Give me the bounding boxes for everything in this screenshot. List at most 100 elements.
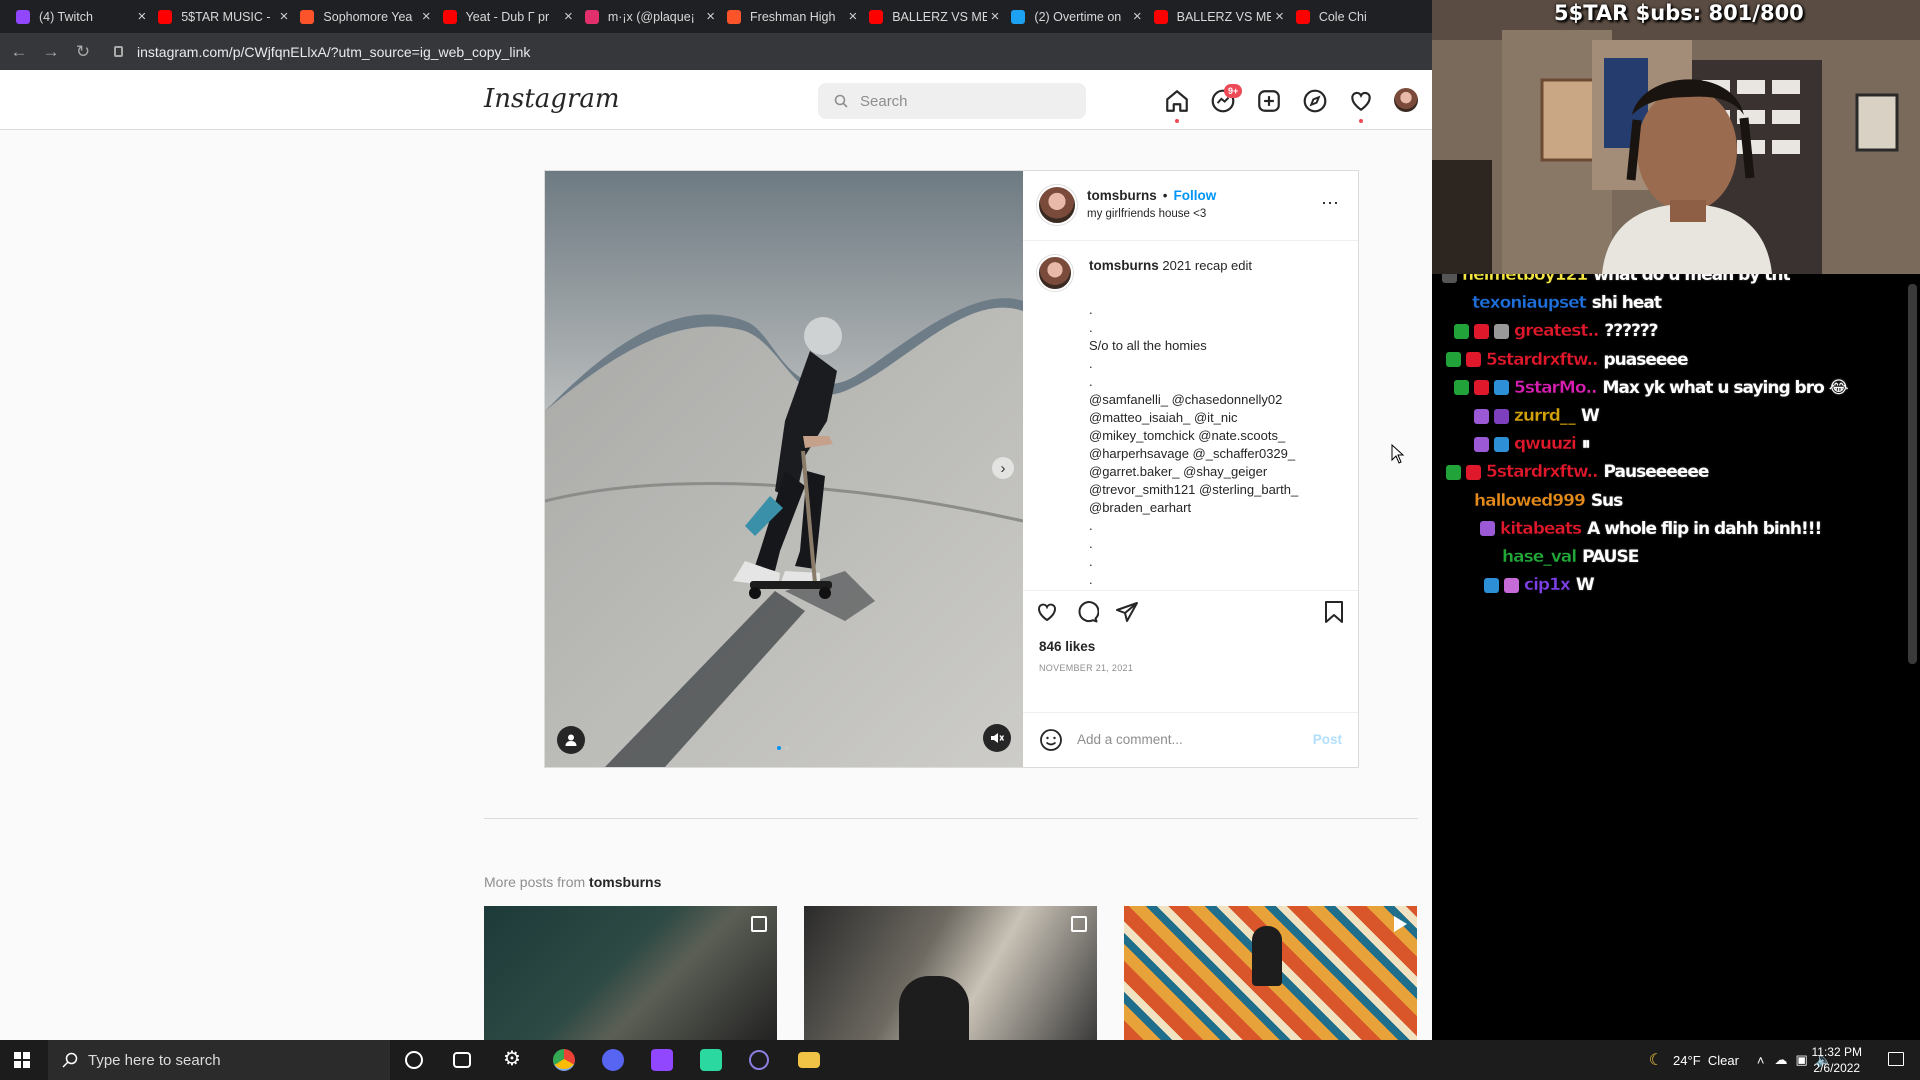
browser-tab[interactable]: m·¡x (@plaque¡ × bbox=[579, 3, 721, 31]
weather-text[interactable]: 24°F Clear bbox=[1673, 1053, 1739, 1068]
chat-username[interactable]: 5stardrxftw.. bbox=[1486, 462, 1599, 482]
browser-tab-title: Yeat - Dub Γ pr bbox=[465, 9, 550, 24]
chat-username[interactable]: zurrd__ bbox=[1514, 406, 1576, 426]
more-posts-username[interactable]: tomsburns bbox=[589, 874, 661, 890]
author-avatar[interactable] bbox=[1037, 185, 1077, 225]
close-tab-icon[interactable]: × bbox=[991, 8, 1000, 25]
taskbar-search-icon bbox=[62, 1052, 78, 1068]
share-send-icon[interactable] bbox=[1115, 600, 1139, 624]
twitch-app-icon[interactable] bbox=[651, 1049, 673, 1071]
media-player-icon[interactable] bbox=[749, 1050, 769, 1070]
browser-tab[interactable]: (2) Overtime on × bbox=[1005, 3, 1147, 31]
taskbar-search-input[interactable]: Type here to search bbox=[48, 1040, 390, 1080]
post-location[interactable]: my girlfriends house <3 bbox=[1087, 208, 1206, 220]
forward-arrow-icon[interactable]: → bbox=[38, 39, 64, 65]
close-tab-icon[interactable]: × bbox=[848, 8, 857, 25]
chat-username[interactable]: qwuuzi bbox=[1514, 434, 1577, 454]
close-tab-icon[interactable]: × bbox=[137, 8, 146, 25]
caption-username[interactable]: tomsburns bbox=[1089, 258, 1159, 273]
close-tab-icon[interactable]: × bbox=[1275, 8, 1284, 25]
tray-chevron-icon[interactable]: ˄ bbox=[1757, 1053, 1765, 1068]
more-post-thumbnail[interactable] bbox=[1124, 906, 1417, 1040]
chat-username[interactable]: 5stardrxftw.. bbox=[1486, 349, 1599, 369]
mute-icon[interactable] bbox=[983, 724, 1011, 752]
carousel-dot bbox=[785, 746, 789, 750]
close-tab-icon[interactable]: × bbox=[564, 8, 573, 25]
instagram-logo[interactable]: Instagram bbox=[484, 84, 620, 114]
save-bookmark-icon[interactable] bbox=[1323, 600, 1345, 624]
chrome-icon[interactable] bbox=[553, 1049, 575, 1071]
browser-tab[interactable]: Freshman High × bbox=[721, 3, 863, 31]
cortana-icon[interactable] bbox=[405, 1051, 423, 1069]
system-clock[interactable]: 11:32 PM 2/6/2022 bbox=[1812, 1044, 1862, 1076]
page-scrollbar[interactable] bbox=[1905, 274, 1920, 1040]
like-count[interactable]: 846 likes bbox=[1039, 639, 1095, 654]
settings-gear-icon[interactable]: ⚙ bbox=[503, 1046, 525, 1070]
activity-heart-icon[interactable] bbox=[1348, 88, 1374, 114]
section-divider bbox=[484, 818, 1418, 819]
chat-username[interactable]: texoniaupset bbox=[1472, 293, 1587, 313]
next-slide-arrow-icon[interactable]: › bbox=[992, 457, 1014, 479]
chat-username[interactable]: helmetboy121 bbox=[1462, 274, 1589, 285]
chat-message-text: what do u mean by tht bbox=[1593, 274, 1790, 285]
comment-icon[interactable] bbox=[1075, 600, 1099, 624]
search-input[interactable]: Search bbox=[818, 83, 1086, 119]
browser-tab[interactable]: BALLERZ VS ME × bbox=[1148, 3, 1290, 31]
file-explorer-icon[interactable] bbox=[798, 1052, 820, 1068]
browser-tab[interactable]: Sophomore Yea × bbox=[294, 3, 436, 31]
browser-tab-title: (4) Twitch bbox=[39, 9, 93, 24]
close-tab-icon[interactable]: × bbox=[1133, 8, 1142, 25]
post-date: NOVEMBER 21, 2021 bbox=[1039, 663, 1134, 673]
browser-tab-title: (2) Overtime on bbox=[1034, 9, 1122, 24]
notification-center-icon[interactable] bbox=[1888, 1052, 1904, 1066]
browser-tab[interactable]: 5$TAR MUSIC - × bbox=[152, 3, 294, 31]
app-icon[interactable] bbox=[700, 1049, 722, 1071]
emoji-icon[interactable] bbox=[1039, 728, 1063, 752]
chat-username[interactable]: kitabeats bbox=[1500, 519, 1583, 539]
more-post-thumbnail[interactable] bbox=[484, 906, 777, 1040]
caption-line: . bbox=[1089, 572, 1093, 587]
windows-start-icon[interactable] bbox=[14, 1052, 30, 1068]
network-icon[interactable]: ▣ bbox=[1796, 1052, 1808, 1068]
reload-icon[interactable]: ↻ bbox=[70, 39, 96, 65]
caption-avatar[interactable] bbox=[1037, 255, 1073, 291]
chat-username[interactable]: greatest.. bbox=[1514, 321, 1600, 341]
like-heart-icon[interactable] bbox=[1035, 600, 1059, 624]
close-tab-icon[interactable]: × bbox=[706, 8, 715, 25]
tagged-user-icon[interactable] bbox=[557, 726, 585, 754]
home-icon[interactable] bbox=[1164, 88, 1190, 114]
more-options-icon[interactable]: ⋯ bbox=[1321, 193, 1340, 214]
chat-username[interactable]: 5starMo.. bbox=[1514, 378, 1598, 398]
follow-button[interactable]: Follow bbox=[1174, 188, 1217, 203]
more-post-thumbnail[interactable] bbox=[804, 906, 1097, 1040]
onedrive-cloud-icon[interactable]: ☁ bbox=[1775, 1052, 1788, 1068]
comment-input[interactable]: Add a comment... bbox=[1077, 732, 1313, 747]
close-tab-icon[interactable]: × bbox=[280, 8, 289, 25]
post-video[interactable]: › bbox=[545, 171, 1023, 767]
chat-username[interactable]: hase_val bbox=[1502, 547, 1578, 567]
browser-tab-title: Cole Chi bbox=[1318, 9, 1367, 24]
chat-username[interactable]: hallowed999 bbox=[1474, 490, 1586, 510]
url-field[interactable]: instagram.com/p/CWjfqnELlxA/?utm_source=… bbox=[114, 44, 530, 60]
browser-tab[interactable]: BALLERZ VS ME × bbox=[863, 3, 1005, 31]
profile-avatar[interactable] bbox=[1394, 88, 1418, 112]
browser-tab[interactable]: (4) Twitch × bbox=[10, 3, 152, 31]
chat-message: hase_val PAUSE bbox=[1502, 547, 1640, 567]
post-comment-button[interactable]: Post bbox=[1313, 732, 1342, 747]
close-tab-icon[interactable]: × bbox=[422, 8, 431, 25]
back-arrow-icon[interactable]: ← bbox=[6, 39, 32, 65]
browser-tab-title: Freshman High bbox=[750, 9, 836, 24]
author-username[interactable]: tomsburns bbox=[1087, 188, 1157, 203]
caption-section: tomsburns 2021 recap edit .. S/o to all t… bbox=[1023, 241, 1358, 591]
explore-icon[interactable] bbox=[1302, 88, 1328, 114]
messages-badge: 9+ bbox=[1224, 84, 1243, 98]
webcam-video bbox=[1432, 0, 1920, 274]
new-post-icon[interactable] bbox=[1256, 88, 1282, 114]
browser-tab[interactable]: Yeat - Dub Γ pr × bbox=[437, 3, 579, 31]
discord-icon[interactable] bbox=[602, 1049, 624, 1071]
scrollbar-thumb[interactable] bbox=[1908, 284, 1917, 664]
browser-tab[interactable]: Cole Chi bbox=[1290, 3, 1432, 31]
caption-line: . bbox=[1089, 374, 1093, 389]
task-view-icon[interactable] bbox=[453, 1052, 471, 1068]
chat-username[interactable]: cip1x bbox=[1524, 575, 1571, 595]
